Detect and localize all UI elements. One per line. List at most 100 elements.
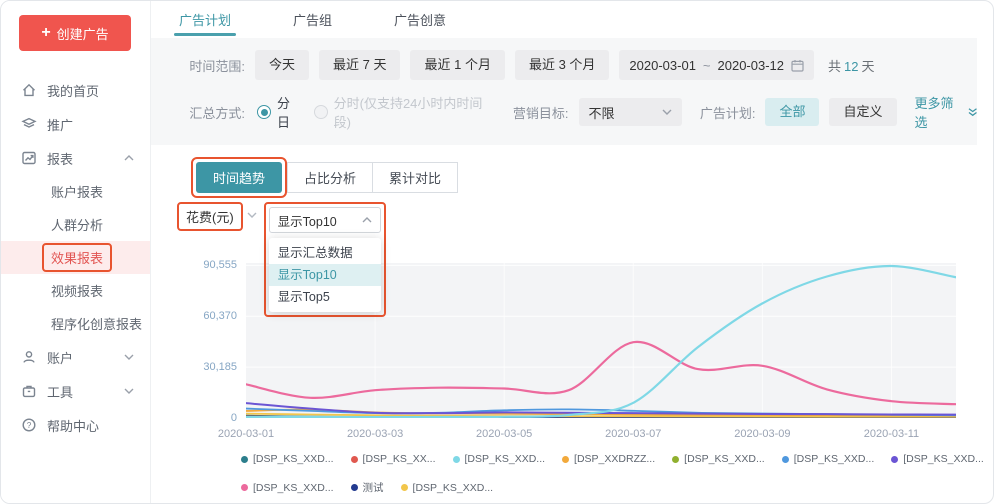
sidebar-subitem-label: 程序化创意报表 bbox=[51, 314, 142, 333]
sidebar-subitem-video-report[interactable]: 视频报表 bbox=[1, 274, 150, 307]
filter-row-time: 时间范围: 今天 最近 7 天 最近 1 个月 最近 3 个月 2020-03-… bbox=[151, 50, 977, 80]
layers-icon bbox=[21, 116, 37, 132]
legend-item-6[interactable]: [DSP_KS_XXD... bbox=[891, 453, 984, 465]
svg-text:?: ? bbox=[27, 421, 32, 430]
calendar-icon bbox=[791, 59, 804, 72]
chevron-up-icon bbox=[124, 155, 134, 161]
legend-dot bbox=[562, 456, 569, 463]
legend-dot bbox=[453, 456, 460, 463]
chart-card: 时间趋势 占比分析 累计对比 花费(元) 显示Top10 显示汇总数据 bbox=[151, 145, 977, 504]
plus-icon: + bbox=[41, 25, 50, 41]
sidebar-item-label: 账户 bbox=[47, 348, 73, 367]
ad-plan-all-button[interactable]: 全部 bbox=[765, 98, 819, 126]
legend-item-8[interactable]: 测试 bbox=[351, 480, 384, 495]
legend-item-5[interactable]: [DSP_KS_XXD... bbox=[782, 453, 875, 465]
sidebar-subitem-label: 效果报表 bbox=[51, 251, 103, 266]
legend-dot bbox=[241, 456, 248, 463]
date-end: 2020-03-12 bbox=[718, 58, 785, 73]
tab-ad-plan[interactable]: 广告计划 bbox=[179, 1, 231, 38]
sidebar-item-label: 报表 bbox=[47, 149, 73, 168]
sidebar-subitem-programmatic-creative-report[interactable]: 程序化创意报表 bbox=[1, 307, 150, 340]
legend-label: [DSP_KS_XXD... bbox=[794, 453, 875, 465]
x-tick-label: 2020-03-07 bbox=[605, 428, 661, 440]
legend-label: [DSP_KS_XXD... bbox=[253, 453, 334, 465]
tab-ad-group[interactable]: 广告组 bbox=[293, 1, 332, 38]
legend-label: [DSP_KS_XXD... bbox=[903, 453, 984, 465]
create-ad-button[interactable]: + 创建广告 bbox=[19, 15, 131, 51]
home-icon bbox=[21, 82, 37, 98]
chevron-down-icon bbox=[124, 354, 134, 360]
x-tick-label: 2020-03-09 bbox=[734, 428, 790, 440]
quick-range-today[interactable]: 今天 bbox=[255, 50, 309, 80]
dropdown-option-summary[interactable]: 显示汇总数据 bbox=[269, 242, 381, 264]
legend-item-3[interactable]: [DSP_XXDRZZ... bbox=[562, 453, 655, 465]
quick-range-3months[interactable]: 最近 3 个月 bbox=[515, 50, 609, 80]
marketing-goal-label: 营销目标: bbox=[513, 103, 569, 122]
chevron-down-icon bbox=[662, 109, 672, 115]
top-selector-trigger[interactable]: 显示Top10 bbox=[269, 207, 381, 233]
quick-range-7days[interactable]: 最近 7 天 bbox=[319, 50, 400, 80]
date-separator: ~ bbox=[703, 58, 711, 73]
sidebar-item-account[interactable]: 账户 bbox=[1, 340, 150, 374]
filter-row-summary: 汇总方式: 分日 分时(仅支持24小时内时间段) 营销目标: 不限 广告计划: … bbox=[151, 93, 977, 131]
sidebar-menu: 我的首页 推广 报表 账户报表 人群分析 效果报表 bbox=[1, 73, 150, 442]
legend-item-7[interactable]: [DSP_KS_XXD... bbox=[241, 482, 334, 494]
sidebar-subitem-audience-analysis[interactable]: 人群分析 bbox=[1, 208, 150, 241]
top-selector-value: 显示Top10 bbox=[278, 211, 337, 230]
sidebar-item-label: 工具 bbox=[47, 382, 73, 401]
view-tab-cumulative[interactable]: 累计对比 bbox=[372, 162, 458, 193]
legend-label: [DSP_KS_XXD... bbox=[253, 482, 334, 494]
marketing-goal-value: 不限 bbox=[589, 103, 615, 122]
date-start: 2020-03-01 bbox=[629, 58, 696, 73]
series-line-7 bbox=[246, 342, 956, 404]
quick-range-1month[interactable]: 最近 1 个月 bbox=[410, 50, 504, 80]
sidebar-item-tools[interactable]: 工具 bbox=[1, 374, 150, 408]
legend-dot bbox=[672, 456, 679, 463]
ad-plan-custom-button[interactable]: 自定义 bbox=[829, 98, 896, 126]
sidebar-subitem-label: 人群分析 bbox=[51, 215, 103, 234]
user-icon bbox=[21, 349, 37, 365]
sidebar-item-label: 推广 bbox=[47, 115, 73, 134]
annotation-box-effect-report: 效果报表 bbox=[42, 243, 112, 272]
legend-item-1[interactable]: [DSP_KS_XX... bbox=[351, 453, 436, 465]
sidebar-subitem-label: 账户报表 bbox=[51, 182, 103, 201]
y-tick-label: 0 bbox=[151, 412, 237, 424]
y-tick-label: 30,185 bbox=[151, 361, 237, 373]
legend-dot bbox=[351, 456, 358, 463]
legend-item-0[interactable]: [DSP_KS_XXD... bbox=[241, 453, 334, 465]
view-tab-proportion[interactable]: 占比分析 bbox=[287, 162, 373, 193]
legend-label: [DSP_KS_XXD... bbox=[684, 453, 765, 465]
sidebar-subitem-effect-report[interactable]: 效果报表 bbox=[1, 241, 150, 274]
marketing-goal-select[interactable]: 不限 bbox=[579, 98, 682, 126]
radio-hourly[interactable] bbox=[314, 105, 328, 119]
dropdown-option-top10[interactable]: 显示Top10 bbox=[269, 264, 381, 286]
legend-item-2[interactable]: [DSP_KS_XXD... bbox=[453, 453, 546, 465]
sidebar-item-reports[interactable]: 报表 bbox=[1, 141, 150, 175]
more-filters-link[interactable]: 更多筛选 bbox=[915, 93, 978, 131]
legend-label: 测试 bbox=[363, 480, 384, 495]
dropdown-option-top5[interactable]: 显示Top5 bbox=[269, 286, 381, 308]
radio-daily[interactable] bbox=[257, 105, 271, 119]
view-tab-time-trend[interactable]: 时间趋势 bbox=[196, 162, 282, 193]
legend-dot bbox=[351, 484, 358, 491]
sidebar-subitem-account-report[interactable]: 账户报表 bbox=[1, 175, 150, 208]
x-tick-label: 2020-03-01 bbox=[218, 428, 274, 440]
double-chevron-down-icon bbox=[968, 107, 977, 117]
more-filters-label: 更多筛选 bbox=[915, 93, 964, 131]
ad-plan-filter-label: 广告计划: bbox=[700, 103, 756, 122]
tab-ad-creative[interactable]: 广告创意 bbox=[394, 1, 446, 38]
sidebar-item-home[interactable]: 我的首页 bbox=[1, 73, 150, 107]
entity-tabs: 广告计划 广告组 广告创意 bbox=[151, 1, 977, 38]
sidebar-item-help[interactable]: ? 帮助中心 bbox=[1, 408, 150, 442]
legend-dot bbox=[891, 456, 898, 463]
metric-select[interactable]: 花费(元) bbox=[186, 210, 234, 225]
sidebar-item-promote[interactable]: 推广 bbox=[1, 107, 150, 141]
sidebar-item-label: 帮助中心 bbox=[47, 416, 99, 435]
legend-item-9[interactable]: [DSP_KS_XXD... bbox=[401, 482, 494, 494]
legend-item-4[interactable]: [DSP_KS_XXD... bbox=[672, 453, 765, 465]
annotation-box-time-trend: 时间趋势 bbox=[191, 157, 287, 198]
top-selector-dropdown: 显示汇总数据 显示Top10 显示Top5 bbox=[269, 238, 381, 312]
date-range-picker[interactable]: 2020-03-01 ~ 2020-03-12 bbox=[619, 50, 814, 80]
summary-mode-label: 汇总方式: bbox=[165, 103, 245, 122]
time-range-label: 时间范围: bbox=[165, 56, 245, 75]
